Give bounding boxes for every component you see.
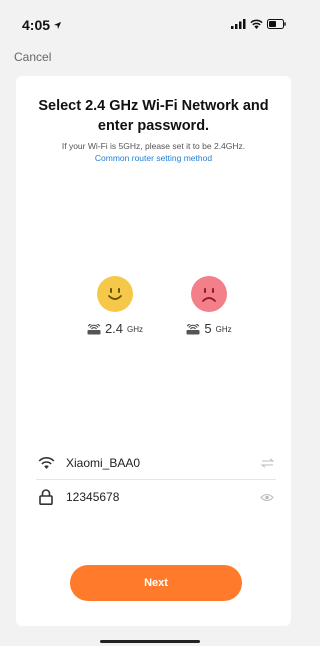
wifi-ssid-field[interactable]: Xiaomi_BAA0 xyxy=(36,446,276,480)
location-arrow-icon xyxy=(53,21,62,29)
ssid-value[interactable]: Xiaomi_BAA0 xyxy=(66,456,258,470)
home-indicator xyxy=(100,640,200,643)
wifi-password-field[interactable]: 12345678 xyxy=(36,480,276,514)
page-title: Select 2.4 GHz Wi-Fi Network and enter p… xyxy=(38,98,269,134)
frequency-hint: If your Wi-Fi is 5GHz, please set it to … xyxy=(61,141,246,151)
router-icon xyxy=(186,324,200,335)
band-label: 2.4 GHz xyxy=(85,322,145,335)
wifi-setup-card: Select 2.4 GHz Wi-Fi Network and enter p… xyxy=(16,76,291,626)
cancel-button[interactable]: Cancel xyxy=(14,50,51,64)
wifi-icon xyxy=(36,456,56,469)
sad-face-icon xyxy=(191,276,227,312)
eye-icon[interactable] xyxy=(258,493,276,502)
router-setting-link[interactable]: Common router setting method xyxy=(16,152,291,164)
band-5ghz: 5 GHz xyxy=(179,276,239,335)
next-button[interactable]: Next xyxy=(70,565,242,601)
smiley-face-icon xyxy=(97,276,133,312)
lock-icon xyxy=(36,489,56,505)
status-time: 4:05 xyxy=(22,17,62,33)
battery-icon xyxy=(267,19,286,29)
password-value[interactable]: 12345678 xyxy=(66,490,258,504)
wifi-icon xyxy=(250,19,263,29)
switch-network-icon[interactable] xyxy=(258,457,276,468)
status-bar: 4:05 xyxy=(0,0,300,44)
band-2-4ghz: 2.4 GHz xyxy=(85,276,145,335)
status-icons xyxy=(231,19,286,29)
cellular-signal-icon xyxy=(231,19,246,29)
router-icon xyxy=(87,324,101,335)
band-label: 5 GHz xyxy=(179,322,239,335)
